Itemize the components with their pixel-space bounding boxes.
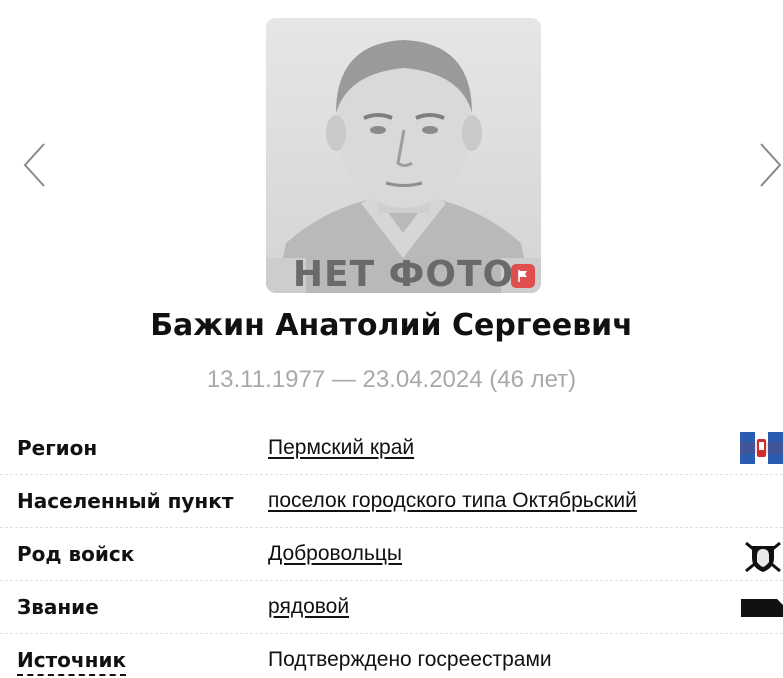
person-card-page: НЕТ ФОТО Бажин Анатолий Сергеевич 13.11.… xyxy=(0,0,783,678)
settlement-label: Населенный пункт xyxy=(17,489,234,513)
person-name: Бажин Анатолий Сергеевич xyxy=(150,308,633,343)
settlement-link[interactable]: поселок городского типа Октябрьский xyxy=(268,489,637,513)
details-row-troops: Род войск Добровольцы xyxy=(0,528,783,581)
person-details-table: Регион Пермский край Населенный пункт по… xyxy=(0,422,783,678)
perm-krai-flag-icon xyxy=(740,432,783,464)
region-label: Регион xyxy=(17,436,98,460)
chevron-left-icon xyxy=(23,143,45,187)
troops-label: Род войск xyxy=(17,542,135,566)
details-row-region: Регион Пермский край xyxy=(0,422,783,475)
region-link[interactable]: Пермский край xyxy=(268,436,414,460)
next-photo-button[interactable] xyxy=(755,140,783,190)
chevron-right-icon xyxy=(760,143,782,187)
report-photo-button[interactable] xyxy=(511,264,535,288)
person-photo: НЕТ ФОТО xyxy=(266,18,541,293)
person-dates: 13.11.1977 — 23.04.2024 (46 лет) xyxy=(206,366,577,393)
source-value: Подтверждено госреестрами xyxy=(268,648,552,671)
prev-photo-button[interactable] xyxy=(20,140,50,190)
rank-insignia-icon xyxy=(741,599,783,617)
source-label[interactable]: Источник xyxy=(17,648,127,676)
rank-link[interactable]: рядовой xyxy=(268,595,349,619)
flag-icon xyxy=(518,270,527,282)
troops-link[interactable]: Добровольцы xyxy=(268,542,402,566)
details-row-rank: Звание рядовой xyxy=(0,581,783,634)
details-row-source: Источник Подтверждено госреестрами xyxy=(0,634,783,678)
no-photo-label: НЕТ ФОТО xyxy=(292,254,515,293)
volunteers-emblem-icon xyxy=(745,541,781,573)
placeholder-portrait-image xyxy=(266,18,541,293)
details-row-settlement: Населенный пункт поселок городского типа… xyxy=(0,475,783,528)
rank-label: Звание xyxy=(17,595,99,619)
